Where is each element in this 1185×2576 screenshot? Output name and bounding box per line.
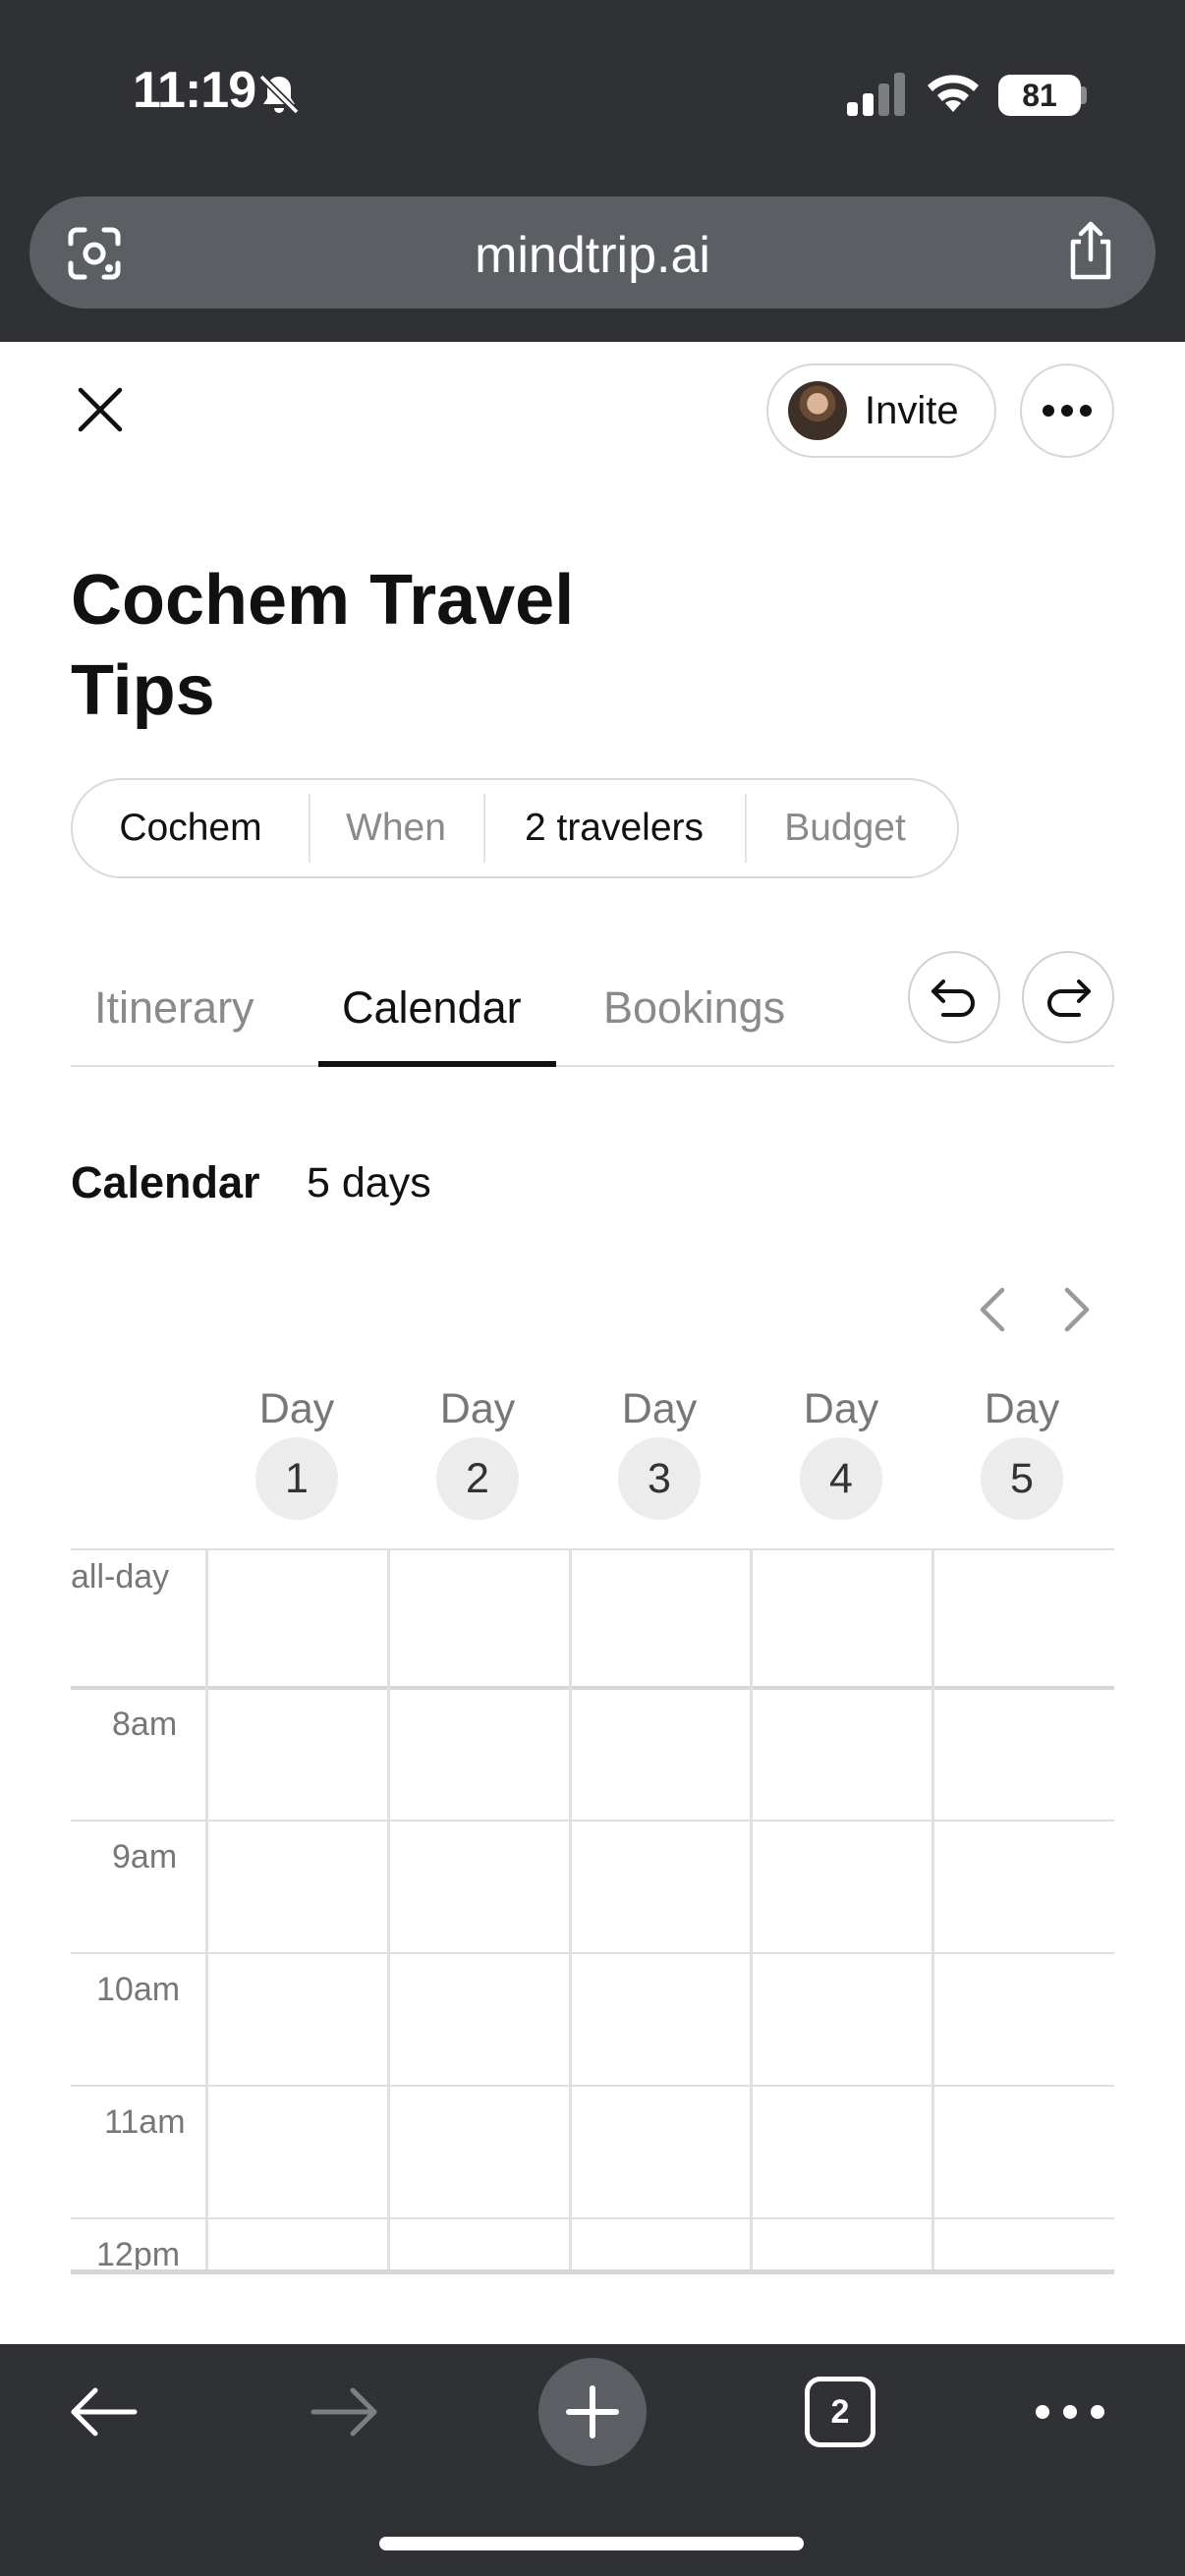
close-icon — [78, 387, 123, 432]
home-indicator — [379, 2537, 804, 2550]
grid-column-line — [750, 1548, 753, 2271]
chip-when[interactable]: When — [309, 780, 483, 876]
day-number: 4 — [800, 1437, 882, 1520]
chip-travelers-label: 2 travelers — [524, 807, 705, 849]
chip-travelers[interactable]: 2 travelers — [483, 780, 745, 876]
day-header-5[interactable]: Day 5 — [931, 1385, 1112, 1520]
status-bar: 11:19 81 — [0, 0, 1185, 187]
trip-details-bar: Cochem When 2 travelers Budget — [71, 778, 959, 878]
battery-level: 81 — [1022, 77, 1057, 113]
day-header-1[interactable]: Day 1 — [206, 1385, 387, 1520]
calendar-title: Calendar — [71, 1157, 260, 1207]
invite-label: Invite — [865, 388, 959, 432]
battery-indicator: 81 — [998, 75, 1081, 116]
chip-destination-label: Cochem — [119, 807, 262, 849]
silent-bell-icon — [258, 74, 300, 115]
tab-bookings[interactable]: Bookings — [603, 982, 785, 1034]
time-label-11am: 11am — [104, 2103, 186, 2141]
share-icon[interactable] — [1063, 220, 1118, 283]
grid-bottom-border — [71, 2269, 1114, 2274]
close-button[interactable] — [69, 378, 132, 441]
avatar — [788, 381, 847, 440]
more-horizontal-icon — [1043, 405, 1092, 417]
redo-button[interactable] — [1022, 951, 1114, 1043]
grid-line — [71, 2085, 1114, 2087]
tab-count: 2 — [805, 2377, 875, 2447]
day-word: Day — [803, 1385, 879, 1432]
invite-button[interactable]: Invite — [766, 364, 996, 458]
undo-icon — [931, 980, 975, 1017]
grid-column-line — [205, 1548, 208, 2271]
grid-line — [71, 1820, 1114, 1821]
active-tab-indicator — [318, 1061, 556, 1067]
new-tab-button[interactable] — [538, 2358, 647, 2466]
undo-button[interactable] — [908, 951, 1000, 1043]
grid-line — [71, 2217, 1114, 2219]
arrow-left-icon — [71, 2387, 138, 2436]
day-header-4[interactable]: Day 4 — [751, 1385, 931, 1520]
wifi-icon — [928, 75, 979, 112]
grid-line — [71, 1548, 1114, 1550]
battery-nub — [1081, 86, 1087, 104]
day-number: 5 — [981, 1437, 1063, 1520]
time-label-12pm: 12pm — [96, 2236, 181, 2271]
calendar-duration: 5 days — [307, 1159, 431, 1206]
plus-icon — [566, 2385, 619, 2438]
forward-button[interactable] — [291, 2358, 399, 2466]
day-header-3[interactable]: Day 3 — [569, 1385, 750, 1520]
more-horizontal-icon — [1036, 2405, 1104, 2419]
chip-budget-label: Budget — [784, 807, 906, 849]
time-label-8am: 8am — [112, 1706, 178, 1743]
more-options-button[interactable] — [1020, 364, 1114, 458]
chevron-right-icon[interactable] — [1057, 1282, 1097, 1337]
arrow-right-icon — [310, 2387, 377, 2436]
plus-circle — [538, 2358, 647, 2466]
browser-menu-button[interactable] — [1016, 2358, 1124, 2466]
calendar-grid[interactable]: all-day 8am 9am 10am 11am 12pm — [71, 1548, 1114, 2271]
chip-when-label: When — [346, 807, 446, 849]
tab-switcher-button[interactable]: 2 — [786, 2358, 894, 2466]
url-text: mindtrip.ai — [475, 227, 710, 284]
grid-line — [71, 1952, 1114, 1954]
day-number: 2 — [436, 1437, 519, 1520]
day-header-2[interactable]: Day 2 — [387, 1385, 568, 1520]
redo-icon — [1047, 980, 1091, 1017]
day-word: Day — [258, 1385, 335, 1432]
page-title: Cochem Travel Tips — [71, 561, 575, 730]
day-word: Day — [984, 1385, 1060, 1432]
grid-column-line — [931, 1548, 934, 2271]
browser-top-bar: 11:19 81 mindtrip.ai — [0, 0, 1185, 342]
back-button[interactable] — [49, 2358, 157, 2466]
chevron-left-icon[interactable] — [973, 1282, 1012, 1337]
time-label-9am: 9am — [112, 1838, 178, 1876]
grid-column-line — [569, 1548, 572, 2271]
time-label-all-day: all-day — [71, 1558, 170, 1596]
day-number: 3 — [618, 1437, 701, 1520]
tab-calendar[interactable]: Calendar — [342, 982, 522, 1034]
grid-column-line — [387, 1548, 390, 2271]
tab-itinerary[interactable]: Itinerary — [94, 982, 254, 1034]
grid-line — [71, 1686, 1114, 1690]
time-label-10am: 10am — [96, 1971, 181, 2008]
day-word: Day — [439, 1385, 516, 1432]
url-bar[interactable]: mindtrip.ai — [29, 196, 1156, 308]
chip-budget[interactable]: Budget — [745, 780, 945, 876]
day-word: Day — [621, 1385, 698, 1432]
cellular-signal-icon — [847, 73, 905, 116]
chip-destination[interactable]: Cochem — [73, 780, 309, 876]
day-number: 1 — [255, 1437, 338, 1520]
status-time: 11:19 — [133, 62, 256, 119]
